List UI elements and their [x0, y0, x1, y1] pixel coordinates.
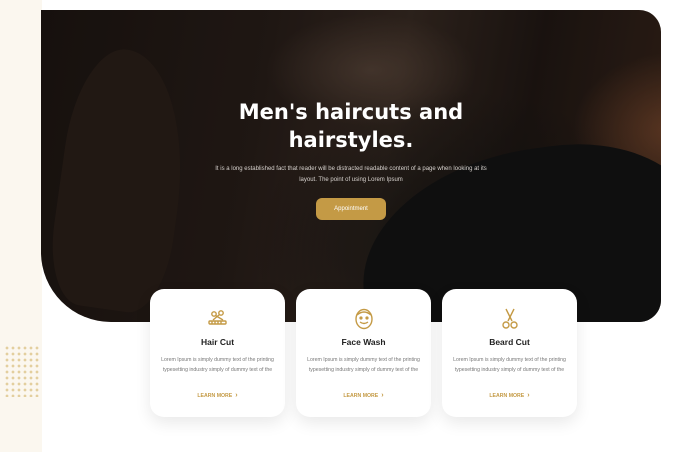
- learn-more-link[interactable]: LEARN MORE ›: [150, 392, 285, 399]
- chevron-right-icon: ›: [527, 392, 530, 399]
- learn-more-label: LEARN MORE: [343, 393, 379, 399]
- appointment-button[interactable]: Appointment: [316, 198, 386, 220]
- hero-title-line-2: hairstyles.: [288, 128, 414, 152]
- hero-description: It is a long established fact that reade…: [215, 166, 487, 183]
- dot-pattern: [4, 345, 40, 397]
- hero-title: Men's haircuts and hairstyles.: [41, 98, 661, 154]
- chevron-right-icon: ›: [381, 392, 384, 399]
- service-title: Beard Cut: [489, 337, 530, 347]
- scissors-icon: [498, 307, 522, 331]
- service-title: Face Wash: [341, 337, 386, 347]
- learn-more-label: LEARN MORE: [197, 393, 233, 399]
- service-description: Lorem Ipsum is simply dummy text of the …: [161, 357, 274, 373]
- hero-title-line-1: Men's haircuts and: [238, 100, 464, 124]
- face-wash-icon: [352, 307, 376, 331]
- service-description: Lorem Ipsum is simply dummy text of the …: [453, 357, 566, 373]
- service-card-beard-cut[interactable]: Beard Cut Lorem Ipsum is simply dummy te…: [442, 289, 577, 417]
- chevron-right-icon: ›: [235, 392, 238, 399]
- learn-more-link[interactable]: LEARN MORE ›: [442, 392, 577, 399]
- service-description: Lorem Ipsum is simply dummy text of the …: [307, 357, 420, 373]
- hero-banner: Men's haircuts and hairstyles. It is a l…: [41, 10, 661, 322]
- service-card-hair-cut[interactable]: Hair Cut Lorem Ipsum is simply dummy tex…: [150, 289, 285, 417]
- learn-more-label: LEARN MORE: [489, 393, 525, 399]
- service-card-face-wash[interactable]: Face Wash Lorem Ipsum is simply dummy te…: [296, 289, 431, 417]
- comb-scissors-icon: [206, 307, 230, 331]
- learn-more-link[interactable]: LEARN MORE ›: [296, 392, 431, 399]
- service-title: Hair Cut: [200, 337, 235, 347]
